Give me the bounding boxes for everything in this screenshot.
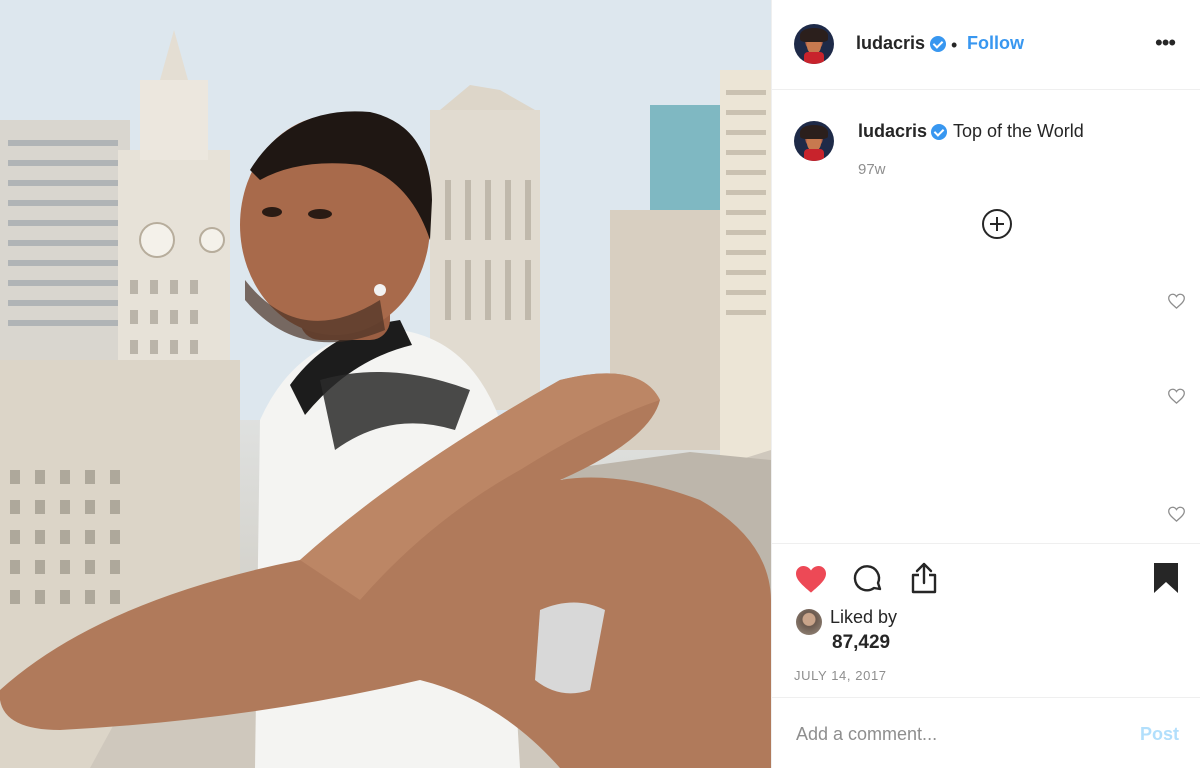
post-photo[interactable] — [0, 0, 771, 768]
comment-bubble-icon[interactable] — [852, 563, 884, 595]
more-options-icon[interactable]: ••• — [1155, 30, 1176, 56]
verified-badge-icon — [930, 36, 946, 52]
caption-text: Top of the World — [953, 121, 1084, 141]
post-comment-button[interactable]: Post — [1140, 724, 1179, 745]
author-avatar[interactable] — [794, 24, 834, 64]
caption-verified-badge-icon — [931, 124, 947, 140]
like-heart-icon[interactable] — [794, 564, 828, 594]
author-username[interactable]: ludacris — [856, 33, 925, 54]
post-side-panel: ludacris • Follow ••• ludacris Top of th… — [771, 0, 1200, 768]
header-separator: • — [951, 35, 958, 55]
follow-button[interactable]: Follow — [967, 33, 1024, 54]
share-icon[interactable] — [909, 561, 939, 595]
caption-timestamp[interactable]: 97w — [858, 161, 886, 178]
caption-username[interactable]: ludacris — [858, 121, 927, 142]
liked-by-avatar[interactable] — [796, 609, 822, 635]
liked-by-label: Liked by — [830, 607, 898, 627]
comment-bar: Post — [772, 697, 1200, 768]
post-date[interactable]: JULY 14, 2017 — [794, 668, 887, 683]
load-more-comments-icon[interactable] — [982, 209, 1012, 239]
likes-count[interactable]: 87,429 — [832, 632, 890, 654]
post-header: ludacris • Follow ••• — [772, 0, 1200, 90]
heart-outline-icon[interactable] — [1168, 388, 1185, 404]
heart-outline-icon[interactable] — [1168, 506, 1185, 522]
bookmark-saved-icon[interactable] — [1153, 562, 1179, 594]
caption-avatar[interactable] — [794, 121, 834, 161]
heart-outline-icon[interactable] — [1168, 293, 1185, 309]
photo-illustration — [0, 0, 771, 768]
comment-input[interactable] — [796, 718, 1126, 750]
